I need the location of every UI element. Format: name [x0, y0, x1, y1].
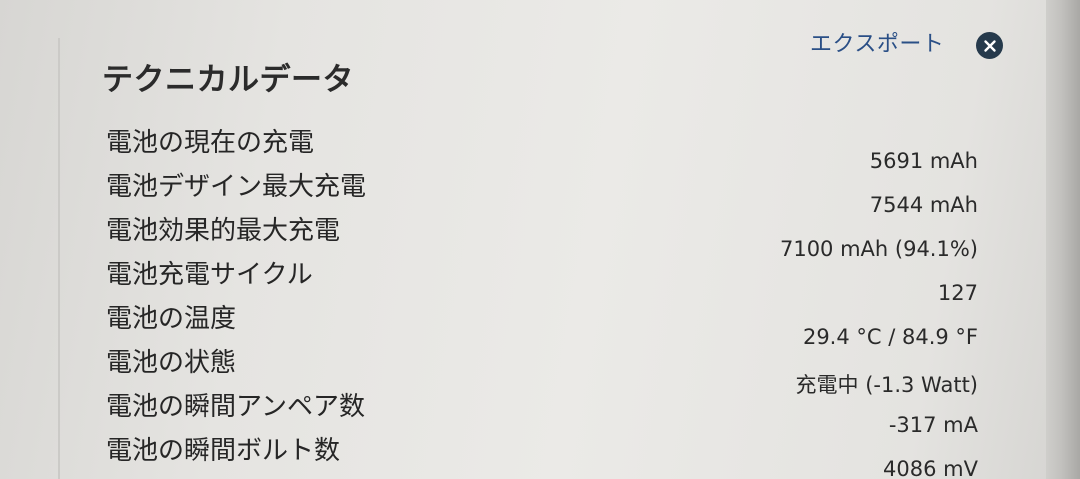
row-label: 電池の温度: [106, 304, 237, 334]
row-label: 電池効果的最大充電: [106, 216, 341, 246]
data-row-amperage: 電池の瞬間アンペア数 -317 mA: [100, 386, 980, 437]
row-label: 電池の状態: [106, 348, 237, 378]
close-icon: [983, 39, 996, 52]
data-row-cycle-count: 電池充電サイクル 127: [100, 254, 980, 305]
row-value: 4086 mV: [883, 457, 978, 479]
row-label: 電池の瞬間ボルト数: [106, 436, 341, 466]
data-row-voltage: 電池の瞬間ボルト数 4086 mV: [100, 430, 980, 479]
export-link[interactable]: エクスポート: [810, 26, 944, 58]
row-label: 電池デザイン最大充電: [106, 172, 367, 202]
data-row-current-charge: 電池の現在の充電 5691 mAh: [100, 122, 980, 173]
screen-bezel: [1046, 0, 1080, 479]
technical-data-panel: エクスポート テクニカルデータ 電池の現在の充電 5691 mAh 電池デザイン…: [60, 0, 1044, 479]
data-row-effective-capacity: 電池効果的最大充電 7100 mAh (94.1%): [100, 210, 980, 261]
data-row-temperature: 電池の温度 29.4 °C / 84.9 °F: [100, 298, 980, 349]
data-row-status: 電池の状態 充電中 (-1.3 Watt): [100, 342, 980, 397]
row-label: 電池充電サイクル: [106, 260, 313, 290]
panel-title: テクニカルデータ: [102, 62, 354, 98]
row-label: 電池の瞬間アンペア数: [106, 392, 365, 422]
data-list: 電池の現在の充電 5691 mAh 電池デザイン最大充電 7544 mAh 電池…: [100, 122, 980, 479]
app-window: エクスポート テクニカルデータ 電池の現在の充電 5691 mAh 電池デザイン…: [0, 0, 1080, 479]
row-label: 電池の現在の充電: [106, 128, 315, 158]
data-row-design-capacity: 電池デザイン最大充電 7544 mAh: [100, 166, 980, 217]
close-button[interactable]: [976, 32, 1003, 59]
